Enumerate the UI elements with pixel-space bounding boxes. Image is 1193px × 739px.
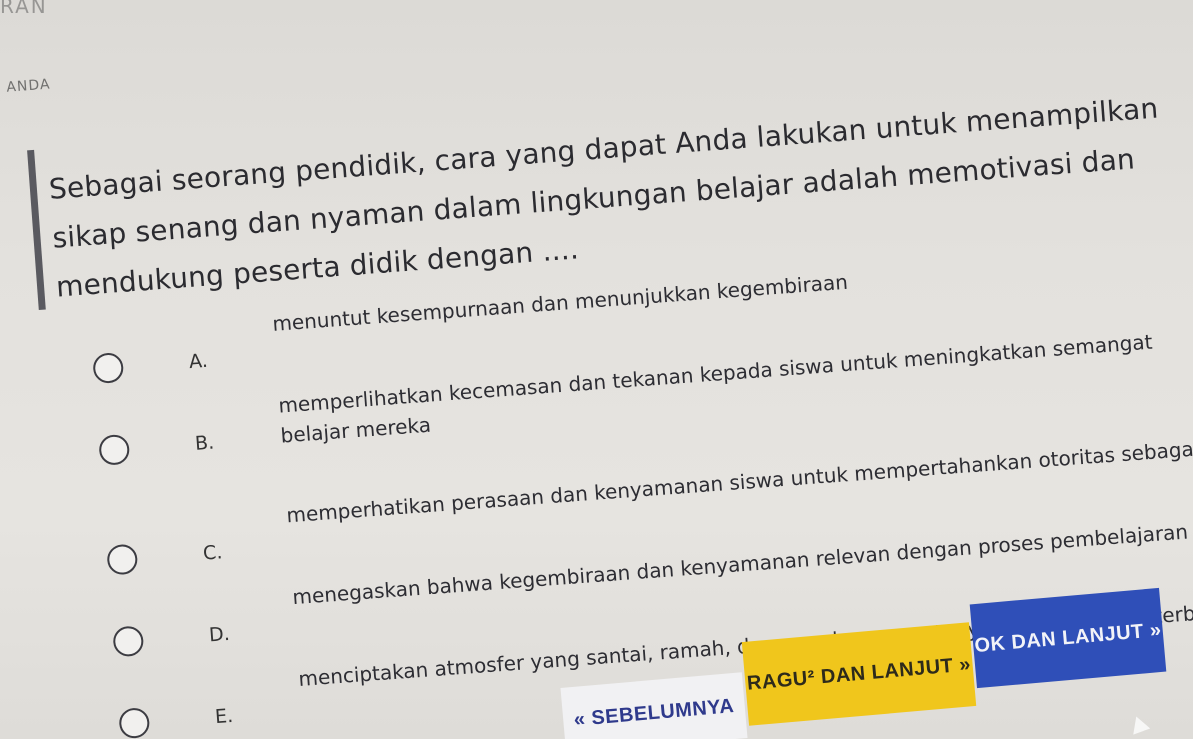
navigation-buttons: « SEBELUMNYA RAGU² DAN LANJUT » OK DAN L… xyxy=(0,0,1193,739)
previous-button[interactable]: « SEBELUMNYA xyxy=(560,672,748,739)
doubtful-next-button[interactable]: RAGU² DAN LANJUT » xyxy=(741,622,977,726)
ok-next-button[interactable]: OK DAN LANJUT » xyxy=(969,587,1167,689)
exam-screen: RAN ANDA Sebagai seorang pendidik, cara … xyxy=(0,0,1193,739)
